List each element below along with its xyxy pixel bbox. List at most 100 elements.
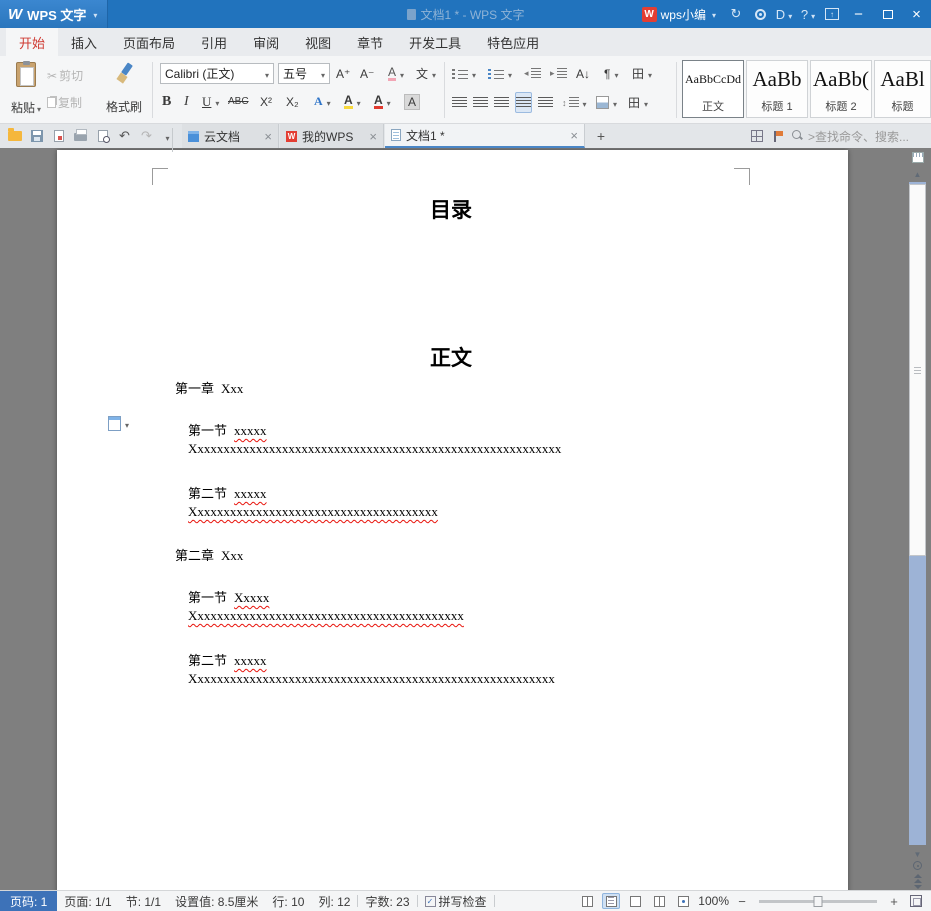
column-indicator[interactable]: 列: 12	[311, 893, 357, 910]
style-normal[interactable]: AaBbCcDd 正文	[682, 60, 744, 118]
split-view-button[interactable]	[746, 124, 767, 148]
cut-button[interactable]: ✂剪切	[47, 65, 83, 86]
style-heading1[interactable]: AaBb 标题 1	[746, 60, 808, 118]
table-grid-button[interactable]: 田	[632, 63, 652, 84]
document-area[interactable]: 目录 正文 第一章Xxx 第一节xxxxx Xxxxxxxxxxxxxxxxxx…	[0, 148, 931, 890]
scroll-down-button[interactable]: ▼	[909, 847, 926, 862]
doc-tab-document1[interactable]: 文档1 * ×	[385, 124, 585, 148]
undo-button[interactable]: ↶	[114, 124, 135, 148]
sort-button[interactable]: A↓	[576, 63, 590, 84]
tab-developer[interactable]: 开发工具	[396, 28, 474, 56]
bullets-button[interactable]	[452, 63, 476, 84]
tab-view[interactable]: 视图	[292, 28, 344, 56]
app-menu-button[interactable]: W WPS 文字	[0, 0, 108, 28]
strikethrough-button[interactable]: ABC	[228, 91, 249, 112]
pinyin-tool-button[interactable]: 文	[416, 63, 436, 84]
document-page[interactable]: 目录 正文 第一章Xxx 第一节xxxxx Xxxxxxxxxxxxxxxxxx…	[57, 150, 848, 890]
sync-button[interactable]: ↻	[724, 0, 748, 28]
distribute-button[interactable]	[538, 92, 553, 113]
grow-font-button[interactable]: A⁺	[336, 63, 350, 84]
borders-button[interactable]: 田	[628, 92, 648, 113]
scrollbar-thumb[interactable]	[909, 184, 926, 556]
spell-check-button[interactable]: ✓ 拼写检查	[418, 893, 494, 910]
tab-section[interactable]: 章节	[344, 28, 396, 56]
shading-button[interactable]	[596, 92, 617, 113]
docer-button[interactable]: D	[772, 0, 796, 28]
tab-close-icon[interactable]: ×	[369, 129, 377, 144]
shrink-font-button[interactable]: A⁻	[360, 63, 374, 84]
show-marks-button[interactable]: ¶	[604, 63, 618, 84]
increase-indent-button[interactable]: ▸	[550, 63, 567, 84]
feedback-button[interactable]: ↑	[820, 0, 844, 28]
tab-home[interactable]: 开始	[6, 28, 58, 56]
section-indicator[interactable]: 节: 1/1	[119, 893, 168, 910]
help-button[interactable]: ?	[796, 0, 820, 28]
fit-page-button[interactable]	[907, 893, 925, 909]
page-count-indicator[interactable]: 页面: 1/1	[57, 893, 118, 910]
undo-history-button[interactable]	[156, 124, 177, 148]
tab-page-layout[interactable]: 页面布局	[110, 28, 188, 56]
page-number-indicator[interactable]: 页码: 1	[0, 891, 57, 911]
zoom-slider[interactable]	[759, 900, 877, 903]
page-view-button[interactable]	[602, 893, 620, 909]
tab-insert[interactable]: 插入	[58, 28, 110, 56]
edit-mode-button[interactable]	[578, 893, 596, 909]
zoom-in-button[interactable]: +	[887, 894, 901, 909]
print-preview-button[interactable]	[92, 124, 113, 148]
justify-button[interactable]	[515, 92, 532, 113]
highlight-color-button[interactable]: A	[344, 91, 361, 112]
underline-button[interactable]: U	[202, 91, 219, 112]
align-right-button[interactable]	[494, 92, 509, 113]
print-button[interactable]	[70, 124, 91, 148]
select-browse-object-button[interactable]	[909, 861, 926, 870]
settings-button[interactable]	[748, 0, 772, 28]
align-center-button[interactable]	[473, 92, 488, 113]
fullscreen-view-button[interactable]	[626, 893, 644, 909]
line-spacing-button[interactable]: ↕	[562, 92, 587, 113]
style-heading2[interactable]: AaBb( 标题 2	[810, 60, 872, 118]
char-shading-button[interactable]: A	[404, 91, 420, 112]
web-layout-button[interactable]	[674, 893, 692, 909]
zoom-level-label[interactable]: 100%	[698, 894, 729, 908]
font-name-select[interactable]: Calibri (正文)	[160, 63, 274, 84]
previous-page-button[interactable]	[909, 874, 926, 883]
word-count-indicator[interactable]: 字数: 23	[358, 893, 416, 910]
tab-close-icon[interactable]: ×	[570, 128, 578, 143]
decrease-indent-button[interactable]: ◂	[524, 63, 541, 84]
font-color-button[interactable]: A	[374, 91, 391, 112]
text-effect-button[interactable]: A	[314, 91, 331, 112]
read-layout-button[interactable]	[650, 893, 668, 909]
export-pdf-button[interactable]	[48, 124, 69, 148]
maximize-button[interactable]	[873, 0, 902, 28]
tab-special-features[interactable]: 特色应用	[474, 28, 552, 56]
zoom-slider-handle[interactable]	[814, 896, 823, 907]
tab-close-icon[interactable]: ×	[264, 129, 272, 144]
minimize-button[interactable]: −	[844, 0, 873, 28]
tab-review[interactable]: 审阅	[240, 28, 292, 56]
numbering-button[interactable]	[488, 63, 512, 84]
format-painter-button[interactable]: 格式刷	[100, 60, 148, 118]
paste-button[interactable]: 粘贴	[8, 60, 44, 118]
superscript-button[interactable]: X²	[260, 91, 272, 112]
doc-tab-mywps[interactable]: W 我的WPS ×	[280, 124, 384, 148]
open-file-button[interactable]	[4, 124, 25, 148]
vertical-scrollbar[interactable]: ▲ ▼	[909, 148, 926, 890]
clear-format-button[interactable]: A	[388, 63, 404, 84]
insert-options-floating-button[interactable]	[108, 416, 129, 431]
bold-button[interactable]: B	[162, 91, 171, 112]
line-indicator[interactable]: 行: 10	[265, 893, 311, 910]
zoom-out-button[interactable]: −	[735, 894, 749, 909]
style-heading3[interactable]: AaBl 标题	[874, 60, 931, 118]
subscript-button[interactable]: X₂	[286, 91, 299, 112]
copy-button[interactable]: 复制	[47, 92, 82, 113]
redo-button[interactable]: ↷	[136, 124, 157, 148]
close-button[interactable]: ×	[902, 0, 931, 28]
font-size-select[interactable]: 五号	[278, 63, 330, 84]
scroll-up-button[interactable]: ▲	[909, 167, 926, 182]
doc-tab-cloud[interactable]: 云文档 ×	[182, 124, 279, 148]
bookmark-button[interactable]	[768, 124, 789, 148]
tab-references[interactable]: 引用	[188, 28, 240, 56]
account-button[interactable]: W wps小编	[634, 0, 724, 28]
ruler-toggle-button[interactable]	[909, 150, 926, 165]
align-left-button[interactable]	[452, 92, 467, 113]
